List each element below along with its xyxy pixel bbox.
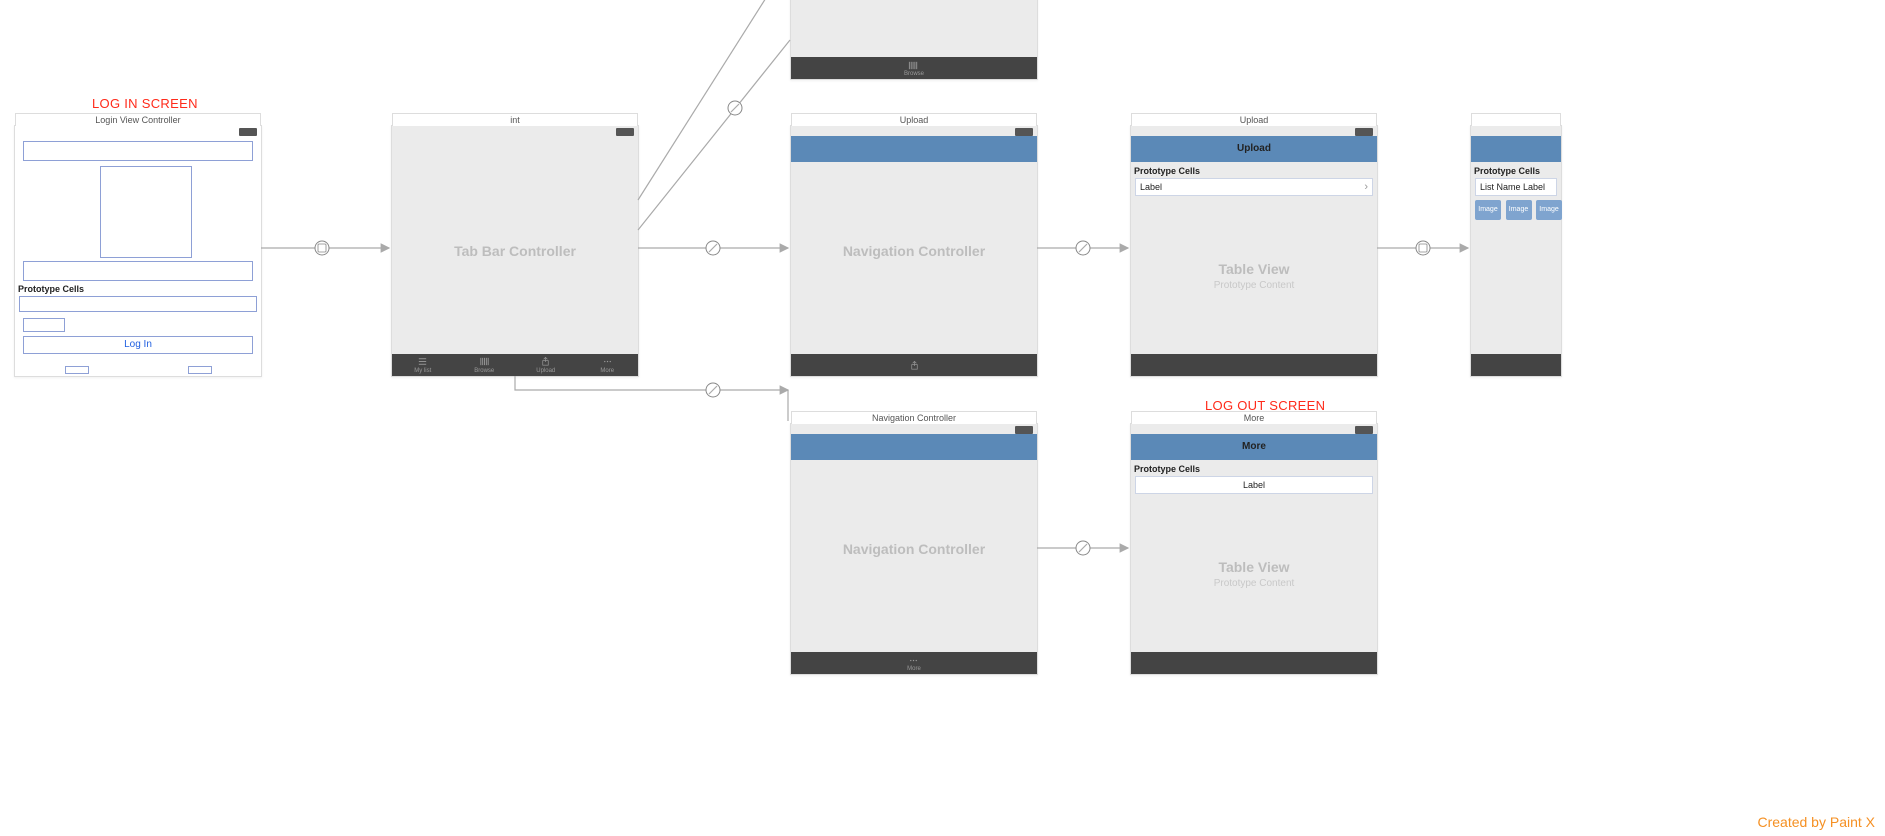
scene-tabbar[interactable]: int Tab Bar Controller My list Browse Up… <box>391 125 639 377</box>
scene-nav-more[interactable]: Navigation Controller Navigation Control… <box>790 423 1038 675</box>
barcode-icon <box>479 356 490 367</box>
tab-label: Browse <box>904 71 924 77</box>
login-field-2[interactable] <box>23 261 253 281</box>
scene-title <box>1471 113 1561 126</box>
login-small-label <box>23 318 65 332</box>
footer-item <box>188 366 212 374</box>
more-icon <box>602 356 613 367</box>
login-field-1[interactable] <box>23 141 253 161</box>
center-label: Table View Prototype Content <box>1131 261 1377 291</box>
center-label: Tab Bar Controller <box>392 243 638 259</box>
tab-label: Upload <box>536 368 555 374</box>
image-pill: Image <box>1475 200 1501 220</box>
prototype-cells-header: Prototype Cells <box>18 284 84 294</box>
login-proto-cell[interactable] <box>19 296 257 312</box>
prototype-cells-header: Prototype Cells <box>1134 464 1200 474</box>
list-icon <box>417 356 428 367</box>
tab-bar-bottom: More <box>791 652 1037 674</box>
scene-title: Upload <box>791 113 1037 126</box>
battery-icon <box>1355 128 1373 136</box>
barcode-icon <box>908 60 919 71</box>
tab-mylist[interactable]: My list <box>392 356 454 374</box>
image-pill-row: Image Image Image <box>1475 200 1564 220</box>
battery-icon <box>1015 426 1033 434</box>
chevron-right-icon: › <box>1364 179 1368 195</box>
tab-label: My list <box>414 368 431 374</box>
center-label: Navigation Controller <box>791 541 1037 557</box>
scene-nav-upload[interactable]: Upload Navigation Controller <box>790 125 1038 377</box>
tab-label: More <box>600 368 614 374</box>
tab-more[interactable]: More <box>577 356 639 374</box>
tab-label: Browse <box>474 368 494 374</box>
tab-bar-bottom <box>1131 354 1377 376</box>
scene-title: Upload <box>1131 113 1377 126</box>
share-icon <box>540 356 551 367</box>
tab-bar-bottom <box>791 354 1037 376</box>
login-button[interactable]: Log In <box>23 336 253 354</box>
footer-item <box>65 366 89 374</box>
center-label: Navigation Controller <box>791 243 1037 259</box>
sub-label: Prototype Content <box>1131 578 1377 589</box>
nav-bar <box>791 136 1037 162</box>
prototype-cell[interactable]: List Name Label <box>1475 178 1557 196</box>
scene-title: Login View Controller <box>15 113 261 126</box>
scene-browse-partial: Browse <box>790 0 1038 80</box>
battery-icon <box>1355 426 1373 434</box>
tab-label: More <box>907 666 921 672</box>
scene-title: int <box>392 113 638 126</box>
watermark-text: Created by Paint X <box>1757 814 1875 830</box>
scene-title: More <box>1131 411 1377 424</box>
nav-bar <box>791 434 1037 460</box>
tab-bar-bottom: Browse <box>791 57 1037 79</box>
battery-icon <box>239 128 257 136</box>
nav-bar <box>1471 136 1561 162</box>
annotation-login: LOG IN SCREEN <box>92 96 198 111</box>
cell-label: Label <box>1243 480 1265 490</box>
more-icon <box>908 655 919 666</box>
scene-title: Navigation Controller <box>791 411 1037 424</box>
tab-bar-bottom <box>1131 652 1377 674</box>
center-label: Table View Prototype Content <box>1131 559 1377 589</box>
prototype-cell[interactable]: Label › <box>1135 178 1373 196</box>
prototype-cells-header: Prototype Cells <box>1474 166 1540 176</box>
tab-browse[interactable]: Browse <box>454 356 516 374</box>
prototype-cells-header: Prototype Cells <box>1134 166 1200 176</box>
prototype-cell[interactable]: Label <box>1135 476 1373 494</box>
nav-bar: More <box>1131 434 1377 460</box>
image-pill: Image <box>1536 200 1562 220</box>
battery-icon <box>616 128 634 136</box>
share-icon <box>909 360 920 371</box>
cell-label: List Name Label <box>1480 182 1545 192</box>
tab-bar: My list Browse Upload More <box>392 354 638 376</box>
image-pill: Image <box>1506 200 1532 220</box>
tab-bar-bottom <box>1471 354 1561 376</box>
scene-login[interactable]: Login View Controller Prototype Cells Lo… <box>14 125 262 377</box>
sub-label: Prototype Content <box>1131 280 1377 291</box>
tab-upload[interactable]: Upload <box>515 356 577 374</box>
scene-table-upload[interactable]: Upload Upload Prototype Cells Label › Ta… <box>1130 125 1378 377</box>
login-footer <box>15 364 261 376</box>
battery-icon <box>1015 128 1033 136</box>
nav-bar: Upload <box>1131 136 1377 162</box>
cell-label: Label <box>1140 182 1162 192</box>
scene-table-more[interactable]: More More Prototype Cells Label Table Vi… <box>1130 423 1378 675</box>
scene-partial-right[interactable]: Prototype Cells List Name Label Image Im… <box>1470 125 1562 377</box>
login-image-box <box>100 166 192 258</box>
